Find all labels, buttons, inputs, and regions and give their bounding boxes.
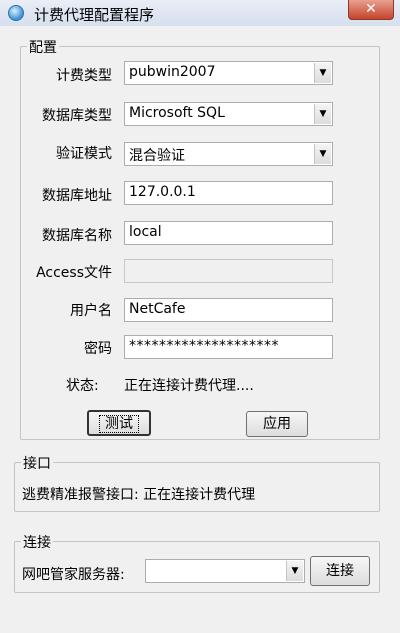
config-group-title: 配置 <box>27 37 59 57</box>
server-select[interactable]: ▼ <box>145 559 305 583</box>
apply-button[interactable]: 应用 <box>246 411 308 437</box>
username-input[interactable]: NetCafe <box>124 298 333 322</box>
db-address-label: 数据库地址 <box>42 188 112 204</box>
interface-status-text: 逃费精准报警接口: 正在连接计费代理 <box>22 487 256 503</box>
auth-mode-label: 验证模式 <box>56 146 112 162</box>
billing-type-select[interactable]: pubwin2007 ▼ <box>124 61 333 85</box>
chevron-down-icon[interactable]: ▼ <box>286 561 303 581</box>
status-label: 状态: <box>66 378 99 394</box>
password-input[interactable]: ******************** <box>124 335 333 359</box>
app-icon <box>8 5 24 21</box>
billing-type-label: 计费类型 <box>56 68 112 84</box>
connect-button-label: 连接 <box>326 563 354 579</box>
db-name-input[interactable]: local <box>124 221 333 245</box>
close-button[interactable]: ✕ <box>348 0 394 20</box>
access-file-input <box>124 259 333 283</box>
access-file-label: Access文件 <box>36 265 112 281</box>
server-label: 网吧管家服务器: <box>22 567 125 583</box>
connection-group-title: 连接 <box>21 532 53 552</box>
connect-button[interactable]: 连接 <box>310 556 370 586</box>
auth-mode-select[interactable]: 混合验证 ▼ <box>124 142 333 166</box>
password-label: 密码 <box>84 341 112 357</box>
auth-mode-value: 混合验证 <box>129 148 185 164</box>
db-address-input[interactable]: 127.0.0.1 <box>124 181 333 205</box>
db-type-label: 数据库类型 <box>42 108 112 124</box>
interface-group-title: 接口 <box>21 453 53 473</box>
db-name-label: 数据库名称 <box>42 228 112 244</box>
db-type-value: Microsoft SQL <box>129 105 225 121</box>
db-type-select[interactable]: Microsoft SQL ▼ <box>124 102 333 126</box>
billing-type-value: pubwin2007 <box>129 64 216 80</box>
chevron-down-icon[interactable]: ▼ <box>314 63 331 83</box>
close-icon: ✕ <box>365 1 377 17</box>
apply-button-label: 应用 <box>263 416 291 432</box>
chevron-down-icon[interactable]: ▼ <box>314 104 331 124</box>
status-value: 正在连接计费代理.... <box>124 378 254 394</box>
window-title: 计费代理配置程序 <box>34 6 155 24</box>
title-bar: 计费代理配置程序 ✕ <box>0 0 400 26</box>
test-button-label: 测试 <box>99 415 139 433</box>
test-button[interactable]: 测试 <box>87 410 151 436</box>
chevron-down-icon[interactable]: ▼ <box>314 144 331 164</box>
username-label: 用户名 <box>70 303 112 319</box>
